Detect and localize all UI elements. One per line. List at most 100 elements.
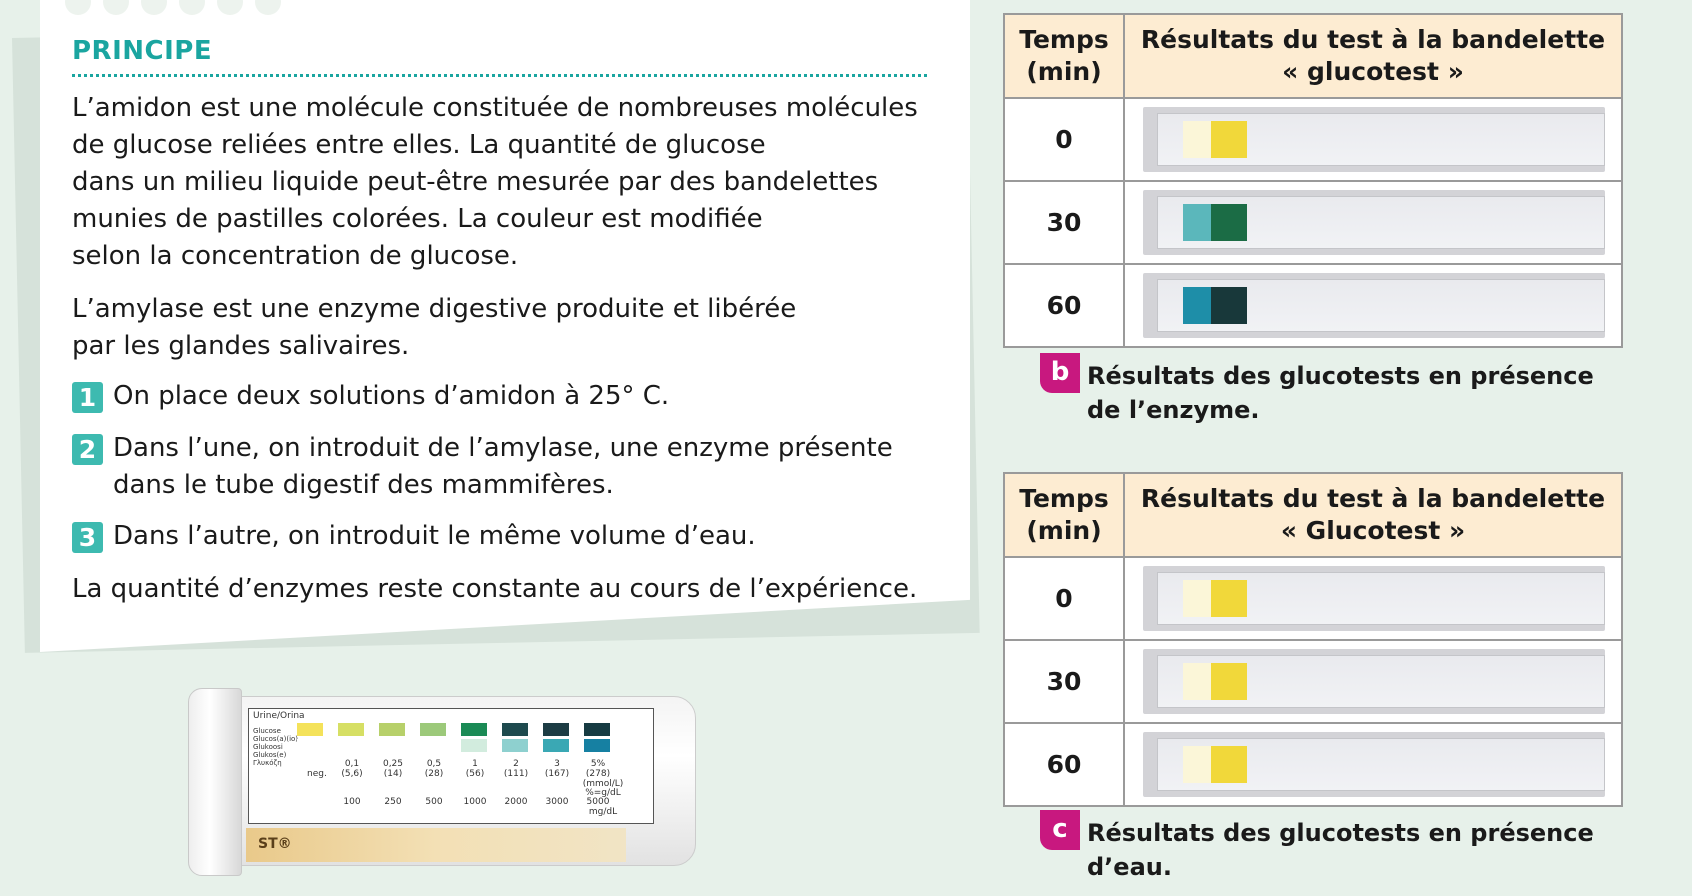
step-text: Dans l’autre, on introduit le même volum…: [113, 521, 756, 551]
table-water: Temps (min) Résultats du test à la bande…: [1003, 472, 1623, 807]
chart-unit: %=g/dL: [585, 788, 621, 798]
time-cell: 0: [1003, 556, 1125, 641]
caption-c: c Résultats des glucotests en présence d…: [1040, 810, 1594, 884]
label-header: Urine/Orina: [253, 711, 305, 721]
step-1: 1 On place deux solutions d’amidon à 25°…: [72, 378, 942, 415]
time-cell: 30: [1003, 639, 1125, 724]
test-strip: [1143, 732, 1605, 797]
chart-value-mgdl: 500: [425, 797, 443, 807]
label-name: Glukoosi: [253, 743, 283, 751]
tube-cap: [188, 688, 242, 876]
caption-letter: c: [1040, 810, 1080, 850]
chart-swatch-top: [461, 723, 487, 736]
test-strip: [1143, 273, 1605, 338]
chart-swatch-top: [543, 723, 569, 736]
strip-cell: [1123, 556, 1623, 641]
caption-line: d’eau.: [1087, 853, 1172, 881]
time-cell: 60: [1003, 263, 1125, 348]
chart-swatch-top: [297, 723, 323, 736]
text-line: L’amylase est une enzyme digestive produ…: [72, 294, 797, 324]
caption-letter: b: [1040, 353, 1080, 393]
strip-pad: [1183, 121, 1211, 158]
step-text: Dans l’une, on introduit de l’amylase, u…: [113, 433, 893, 463]
strip-cell: [1123, 639, 1623, 724]
text-line: munies de pastilles colorées. La couleur…: [72, 204, 763, 234]
chart-value-mmol: 1: [472, 759, 478, 769]
time-cell: 0: [1003, 97, 1125, 182]
table-row: 60: [1003, 722, 1623, 807]
text-line: de glucose reliées entre elles. La quant…: [72, 130, 766, 160]
chart-value-mmol: 0,1: [344, 759, 360, 769]
chart-value-sub: (278): [585, 769, 611, 779]
strip-pad: [1183, 746, 1211, 783]
chart-swatch-bottom: [461, 739, 487, 752]
step-2: 2 Dans l’une, on introduit de l’amylase,…: [72, 430, 942, 504]
chart-value-sub: (28): [424, 769, 444, 779]
chart-swatch-bottom: [502, 739, 528, 752]
step-text: On place deux solutions d’amidon à 25° C…: [113, 381, 670, 411]
table-row: 0: [1003, 97, 1623, 182]
step-number: 2: [72, 434, 103, 465]
chart-value-sub: (14): [383, 769, 403, 779]
test-strip: [1143, 190, 1605, 255]
chart-value-sub: (56): [465, 769, 485, 779]
chart-value-sub: (5,6): [341, 769, 363, 779]
label-name: Glucos(a)(io): [253, 735, 299, 743]
label-neg: neg.: [307, 769, 327, 779]
chart-swatch-top: [338, 723, 364, 736]
table-enzyme: Temps (min) Résultats du test à la bande…: [1003, 13, 1623, 348]
strip-pad: [1183, 663, 1211, 700]
step-number: 1: [72, 382, 103, 413]
tube-color-chart: Urine/Orina Glucose Glucos(a)(io) Glukoo…: [248, 708, 654, 824]
chart-value-mgdl: 5000: [586, 797, 610, 807]
strip-pad: [1211, 663, 1247, 700]
chart-value-mmol: 5%: [590, 759, 606, 769]
test-strip: [1143, 566, 1605, 631]
header-line: (min): [1026, 516, 1102, 545]
header-result: Résultats du test à la bandelette « gluc…: [1123, 13, 1623, 99]
chart-swatch-bottom: [297, 739, 323, 752]
chart-value-sub: (167): [544, 769, 570, 779]
chart-value-mmol: 0,25: [382, 759, 404, 769]
step-text: dans le tube digestif des mammifères.: [113, 470, 614, 500]
header-result: Résultats du test à la bandelette « Gluc…: [1123, 472, 1623, 558]
strip-pad: [1211, 746, 1247, 783]
caption-line: de l’enzyme.: [1087, 396, 1260, 424]
chart-value-mmol: 3: [554, 759, 560, 769]
header-line: Résultats du test à la bandelette: [1140, 25, 1606, 54]
chart-swatch-top: [420, 723, 446, 736]
strip-cell: [1123, 263, 1623, 348]
label-name: Γλυκόζη: [253, 759, 282, 767]
chart-unit: mg/dL: [588, 807, 618, 817]
caption-line: Résultats des glucotests en présence: [1087, 362, 1594, 390]
strip-pad: [1183, 204, 1211, 241]
time-cell: 60: [1003, 722, 1125, 807]
label-name: Glucose: [253, 727, 281, 735]
chart-swatch-bottom: [420, 739, 446, 752]
table-row: 30: [1003, 639, 1623, 724]
test-strip: [1143, 649, 1605, 714]
paragraph-amidon: L’amidon est une molécule constituée de …: [72, 90, 942, 275]
step-3: 3 Dans l’autre, on introduit le même vol…: [72, 518, 942, 555]
caption-b: b Résultats des glucotests en présence d…: [1040, 353, 1594, 427]
section-title: PRINCIPE: [72, 36, 927, 77]
chart-swatch-top: [379, 723, 405, 736]
table-row: 60: [1003, 263, 1623, 348]
label-names: Glucose Glucos(a)(io) Glukoosi Glukos(e)…: [253, 727, 298, 767]
header-line: Temps: [1019, 484, 1109, 513]
chart-swatch-bottom: [543, 739, 569, 752]
header-line: Temps: [1019, 25, 1109, 54]
table-row: 0: [1003, 556, 1623, 641]
chart-value-sub: (111): [503, 769, 529, 779]
strip-pad: [1183, 287, 1211, 324]
strip-cell: [1123, 722, 1623, 807]
glucotest-tube-image: Urine/Orina Glucose Glucos(a)(io) Glukoo…: [188, 686, 704, 876]
strip-cell: [1123, 97, 1623, 182]
text-line: L’amidon est une molécule constituée de …: [72, 93, 918, 123]
chart-value-mmol: 2: [513, 759, 519, 769]
chart-value-mgdl: 3000: [545, 797, 569, 807]
label-name: Glukos(e): [253, 751, 287, 759]
chart-swatch-bottom: [338, 739, 364, 752]
text-line: dans un milieu liquide peut-être mesurée…: [72, 167, 879, 197]
chart-swatch-top: [502, 723, 528, 736]
